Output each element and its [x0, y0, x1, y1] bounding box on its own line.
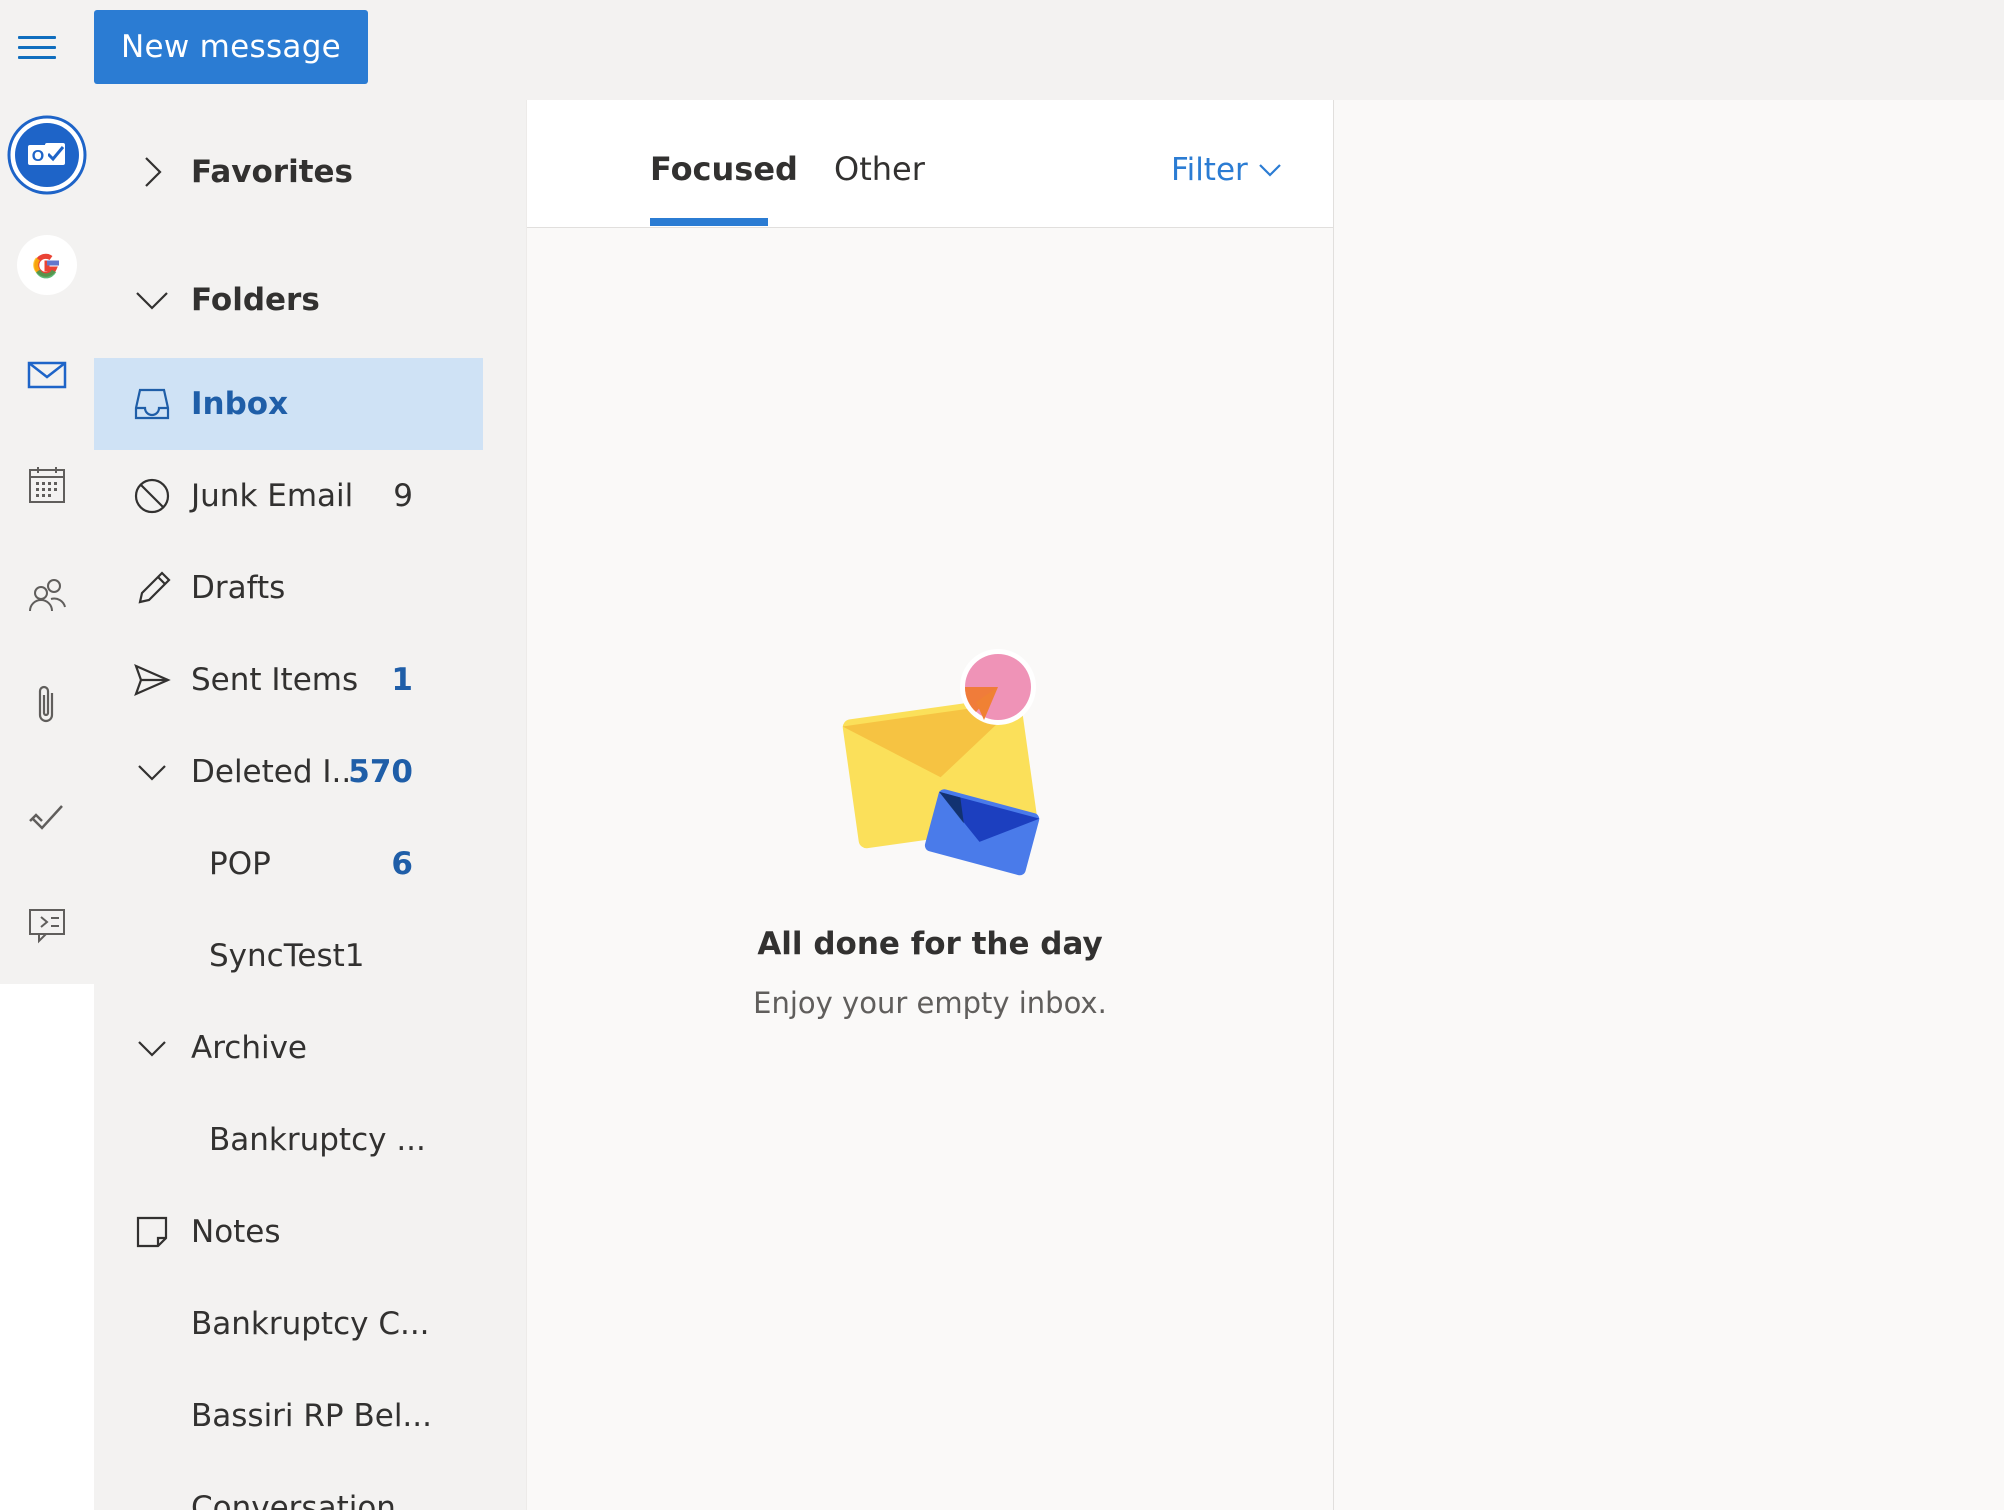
- calendar-app-button[interactable]: [0, 435, 94, 535]
- folder-deleted-items[interactable]: Deleted I... 570: [94, 726, 483, 818]
- attachment-icon: [38, 685, 54, 723]
- mail-icon: [27, 361, 67, 389]
- chevron-down-icon: [138, 765, 166, 781]
- folder-pop[interactable]: POP 6: [94, 818, 483, 910]
- unread-count: 6: [391, 846, 413, 882]
- folder-label: Notes: [191, 1214, 281, 1250]
- unread-count: 570: [348, 754, 413, 790]
- chevron-right-icon: [145, 157, 162, 187]
- folder-inbox[interactable]: Inbox: [94, 358, 483, 450]
- folder-bankruptcy-sub[interactable]: Bankruptcy ...: [94, 1094, 483, 1186]
- message-list: Focused Other Filter All done for the da…: [526, 100, 1334, 1510]
- app-rail: O: [0, 100, 94, 984]
- inbox-icon: [134, 388, 170, 420]
- filter-button[interactable]: Filter: [1171, 152, 1284, 188]
- rail-empty-area: [0, 984, 94, 1510]
- people-app-button[interactable]: [0, 545, 94, 645]
- folder-label: Bassiri RP Bel...: [191, 1398, 432, 1434]
- folder-label: SyncTest1: [209, 938, 365, 974]
- hamburger-menu-icon[interactable]: [18, 36, 58, 62]
- folder-label: Inbox: [191, 386, 289, 422]
- outlook-app-button[interactable]: O: [0, 105, 94, 205]
- pencil-icon: [138, 571, 171, 604]
- mail-app-button[interactable]: [0, 325, 94, 425]
- filter-label: Filter: [1171, 152, 1248, 188]
- google-app-button[interactable]: [0, 215, 94, 315]
- new-message-button[interactable]: New message: [94, 10, 368, 84]
- top-bar: New message: [0, 0, 2004, 100]
- note-icon: [136, 1216, 168, 1248]
- outlook-icon: O: [7, 115, 87, 195]
- favorites-label: Favorites: [191, 154, 353, 190]
- folders-header[interactable]: Folders: [94, 254, 483, 346]
- folder-label: Bankruptcy ...: [209, 1122, 426, 1158]
- todo-app-button[interactable]: [0, 765, 94, 865]
- folder-pane: Favorites Folders Inbox Junk Email 9 Dra…: [94, 100, 526, 1510]
- send-icon: [134, 663, 171, 697]
- unread-count: 1: [391, 662, 413, 698]
- empty-state-title: All done for the day: [757, 926, 1103, 962]
- svg-text:O: O: [32, 148, 44, 165]
- inbox-tabs: Focused Other Filter: [527, 100, 1333, 228]
- empty-inbox-illustration: [842, 649, 1040, 876]
- google-icon: [17, 235, 77, 295]
- folders-label: Folders: [191, 282, 320, 318]
- yammer-icon: [29, 909, 65, 944]
- folder-label: Archive: [191, 1030, 307, 1066]
- folder-label: Bankruptcy C...: [191, 1306, 430, 1342]
- folder-bankruptcy-c[interactable]: Bankruptcy C...: [94, 1278, 483, 1370]
- people-icon: [29, 579, 66, 612]
- folder-conversation[interactable]: Conversation ...: [94, 1462, 483, 1510]
- favorites-header[interactable]: Favorites: [94, 126, 483, 218]
- folder-bassiri[interactable]: Bassiri RP Bel...: [94, 1370, 483, 1462]
- unread-count: 9: [393, 478, 413, 514]
- folder-label: POP: [209, 846, 271, 882]
- blocked-icon: [134, 478, 170, 514]
- folder-junk-email[interactable]: Junk Email 9: [94, 450, 483, 542]
- tab-focused[interactable]: Focused: [650, 150, 798, 188]
- reading-pane: [1334, 100, 2004, 1510]
- todo-icon: [29, 805, 63, 830]
- tab-other[interactable]: Other: [834, 150, 925, 188]
- files-app-button[interactable]: [0, 655, 94, 755]
- folder-notes[interactable]: Notes: [94, 1186, 483, 1278]
- yammer-app-button[interactable]: [0, 875, 94, 975]
- calendar-icon: [29, 467, 65, 503]
- folder-label: Sent Items: [191, 662, 359, 698]
- chevron-down-icon: [136, 292, 168, 310]
- folder-label: Junk Email: [191, 478, 354, 514]
- folder-synctest1[interactable]: SyncTest1: [94, 910, 483, 1002]
- folder-label: Conversation ...: [191, 1490, 436, 1510]
- active-tab-indicator: [650, 218, 768, 226]
- folder-label: Deleted I...: [191, 754, 362, 790]
- folder-sent-items[interactable]: Sent Items 1: [94, 634, 483, 726]
- folder-drafts[interactable]: Drafts: [94, 542, 483, 634]
- chevron-down-icon: [138, 1041, 166, 1057]
- chevron-down-icon: [1259, 164, 1281, 177]
- folder-label: Drafts: [191, 570, 286, 606]
- empty-state-subtitle: Enjoy your empty inbox.: [753, 986, 1107, 1020]
- folder-archive[interactable]: Archive: [94, 1002, 483, 1094]
